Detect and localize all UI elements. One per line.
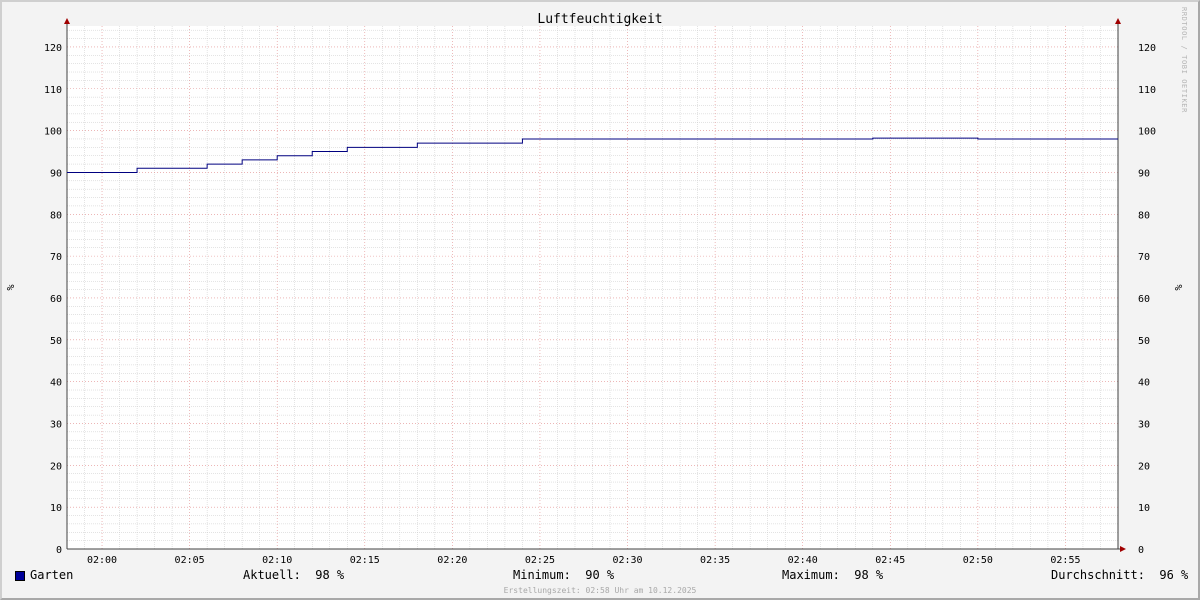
y-axis-label-right: % [1174, 284, 1185, 290]
y-tick-label-right: 70 [1138, 252, 1150, 263]
y-tick-label-right: 90 [1138, 168, 1150, 179]
y-tick-label: 90 [50, 168, 62, 179]
graph-frame: Luftfeuchtigkeit RRDTOOL / TOBI OETIKER … [0, 0, 1200, 600]
y-axis-label: % [6, 284, 17, 290]
y-tick-label: 100 [44, 127, 62, 138]
y-tick-label-right: 80 [1138, 210, 1150, 221]
legend-series-label: Garten [30, 568, 74, 582]
y-tick-label: 70 [50, 252, 62, 263]
legend-swatch [15, 571, 25, 581]
x-tick-label: 02:10 [262, 555, 292, 566]
y-tick-label: 120 [44, 43, 62, 54]
y-tick-label: 40 [50, 378, 62, 389]
y-tick-label: 110 [44, 85, 62, 96]
x-tick-label: 02:50 [963, 555, 993, 566]
x-tick-label: 02:15 [350, 555, 380, 566]
stat-average: Durchschnitt: 96 % [1051, 568, 1189, 582]
y-axis-arrow-left [64, 18, 70, 24]
y-tick-label-right: 50 [1138, 336, 1150, 347]
stat-maximum: Maximum: 98 % [782, 568, 884, 582]
x-tick-label: 02:20 [437, 555, 467, 566]
y-tick-label: 20 [50, 461, 62, 472]
y-tick-label-right: 120 [1138, 43, 1156, 54]
y-tick-label-right: 40 [1138, 378, 1150, 389]
y-tick-label-right: 100 [1138, 127, 1156, 138]
x-tick-label: 02:00 [87, 555, 117, 566]
footer-timestamp: Erstellungszeit: 02:58 Uhr am 10.12.2025 [503, 586, 697, 595]
x-tick-label: 02:55 [1050, 555, 1080, 566]
y-axis-arrow-right [1115, 18, 1121, 24]
y-tick-label: 60 [50, 294, 62, 305]
y-tick-label-right: 60 [1138, 294, 1150, 305]
chart-svg: 0 0 10 10 20 20 30 30 40 40 50 50 60 60 70 70 80 80 90 90 10… [6, 18, 1185, 566]
y-tick-label-right: 10 [1138, 503, 1150, 514]
x-tick-label: 02:05 [175, 555, 205, 566]
stat-current: Aktuell: 98 % [243, 568, 345, 582]
x-tick-label: 02:30 [612, 555, 642, 566]
y-tick-label: 80 [50, 210, 62, 221]
y-tick-label-right: 30 [1138, 419, 1150, 430]
y-tick-label-right: 0 [1138, 545, 1144, 556]
x-tick-label: 02:35 [700, 555, 730, 566]
y-tick-label-right: 20 [1138, 461, 1150, 472]
stat-minimum: Minimum: 90 % [513, 568, 615, 582]
x-tick-label: 02:45 [875, 555, 905, 566]
y-tick-label: 50 [50, 336, 62, 347]
x-axis-arrow [1120, 546, 1126, 552]
y-tick-label: 0 [56, 545, 62, 556]
y-tick-label-right: 110 [1138, 85, 1156, 96]
x-tick-label: 02:40 [788, 555, 818, 566]
y-tick-label: 30 [50, 419, 62, 430]
x-tick-label: 02:25 [525, 555, 555, 566]
y-tick-label: 10 [50, 503, 62, 514]
legend-row: Garten Aktuell: 98 % Minimum: 90 % Maxim… [2, 568, 1198, 586]
